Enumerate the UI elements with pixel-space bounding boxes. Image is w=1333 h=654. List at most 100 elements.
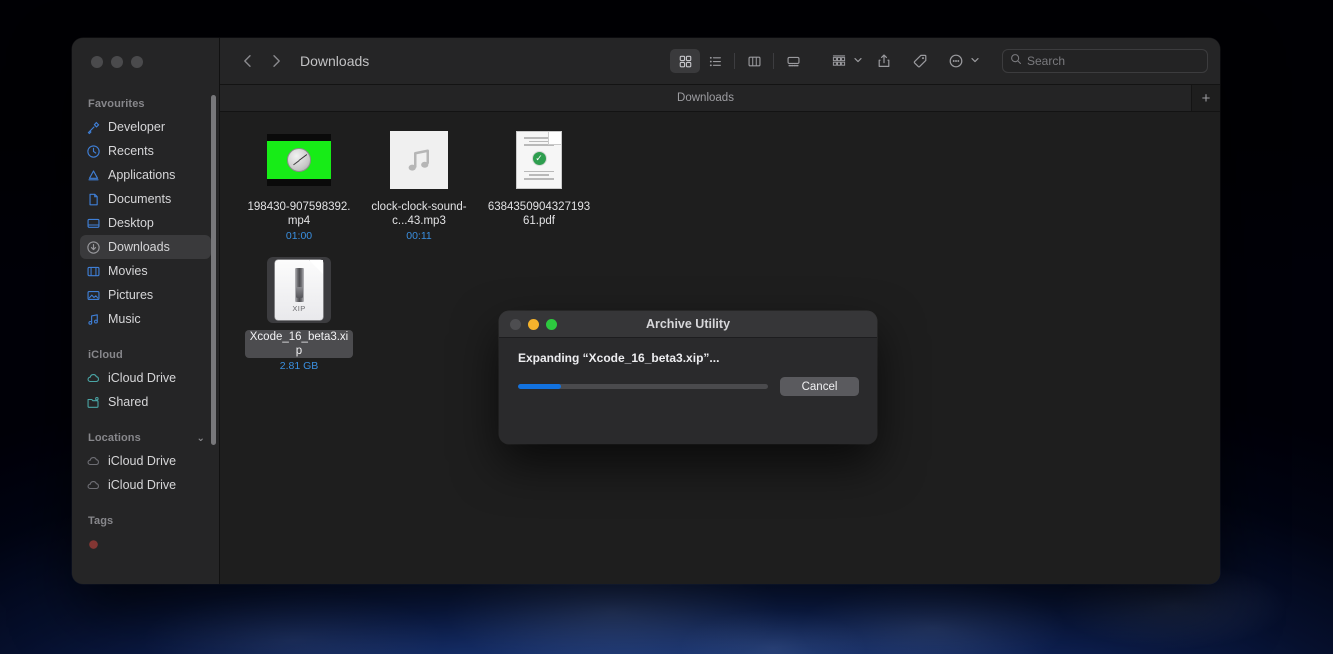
clock-icon: [287, 148, 311, 172]
icon-view-button[interactable]: [670, 49, 700, 73]
progress-row: Cancel: [518, 377, 859, 396]
sidebar-section-title: iCloud: [88, 349, 123, 361]
sidebar-item-label: iCloud Drive: [108, 371, 177, 385]
finder-sidebar[interactable]: Favourites Developer Recents Application…: [72, 38, 220, 584]
progress-bar-fill: [518, 384, 561, 389]
chevron-down-icon[interactable]: ⌄: [197, 433, 205, 444]
search-input[interactable]: Search: [1002, 49, 1208, 73]
sidebar-section-favourites-header: Favourites: [72, 88, 219, 115]
zipper-graphic: [294, 267, 304, 302]
sidebar-item-label: iCloud Drive: [108, 454, 177, 468]
close-button[interactable]: [91, 56, 103, 68]
sidebar-item-location-icloud-drive-1[interactable]: iCloud Drive: [80, 449, 211, 473]
cloud-icon: [86, 478, 101, 493]
sidebar-section-title: Favourites: [88, 98, 145, 110]
forward-button[interactable]: [262, 47, 290, 75]
desktop: Favourites Developer Recents Application…: [0, 0, 1333, 654]
status-text: Expanding “Xcode_16_beta3.xip”...: [518, 351, 720, 365]
file-item[interactable]: ✓ 638435090432719361.pdf: [484, 126, 594, 242]
new-tab-button[interactable]: +: [1192, 85, 1220, 111]
list-view-button[interactable]: [700, 49, 730, 73]
file-item-selected[interactable]: XIP Xcode_16_beta3.xip 2.81 GB: [244, 256, 354, 372]
tab-downloads[interactable]: Downloads: [220, 85, 1192, 111]
view-mode-group: [670, 49, 808, 73]
green-screen-frame: [267, 141, 331, 179]
xip-thumbnail: XIP: [267, 256, 331, 324]
sidebar-item-label: Pictures: [108, 288, 154, 302]
more-actions-button[interactable]: [941, 49, 971, 73]
dialog-titlebar[interactable]: Archive Utility: [499, 311, 877, 338]
sidebar-item-shared[interactable]: Shared: [80, 390, 211, 414]
search-placeholder: Search: [1027, 54, 1066, 68]
page-fold-corner: [309, 260, 323, 274]
sidebar-item-icloud-drive[interactable]: iCloud Drive: [80, 366, 211, 390]
file-duration: 00:11: [406, 230, 432, 242]
sidebar-item-label: Shared: [108, 395, 149, 409]
page-title: Downloads: [300, 53, 370, 69]
minimize-button[interactable]: [111, 56, 123, 68]
zoom-button[interactable]: [131, 56, 143, 68]
sidebar-item-pictures[interactable]: Pictures: [80, 283, 211, 307]
file-item[interactable]: 198430-907598392.mp4 01:00: [244, 126, 354, 242]
toolbar-divider: [734, 53, 735, 69]
pdf-thumbnail: ✓: [516, 126, 562, 194]
video-letterbox: [267, 134, 331, 186]
column-view-button[interactable]: [739, 49, 769, 73]
sidebar-item-label: Developer: [108, 120, 165, 134]
dialog-close-button: [510, 318, 521, 330]
file-name: Xcode_16_beta3.xip: [245, 330, 353, 358]
sidebar-item-label: Documents: [108, 192, 172, 206]
sidebar-item-music[interactable]: Music: [80, 307, 211, 331]
file-size: 2.81 GB: [279, 360, 319, 372]
file-name: 638435090432719361.pdf: [487, 201, 591, 227]
sidebar-item-recents[interactable]: Recents: [80, 139, 211, 163]
document-icon: [86, 192, 101, 207]
clock-icon: [86, 144, 101, 159]
finder-toolbar: Downloads Search: [220, 38, 1220, 84]
chevron-down-icon[interactable]: [970, 55, 980, 67]
cloud-icon: [86, 454, 101, 469]
music-note-icon: [390, 131, 448, 189]
sidebar-item-downloads[interactable]: Downloads: [80, 235, 211, 259]
sidebar-section-icloud-header: iCloud: [72, 331, 219, 366]
share-button[interactable]: [869, 49, 899, 73]
sidebar-section-title: Locations: [88, 432, 141, 444]
sidebar-section-title: Tags: [88, 515, 114, 527]
xip-archive-icon: XIP: [275, 260, 323, 320]
sidebar-item-movies[interactable]: Movies: [80, 259, 211, 283]
sidebar-item-applications[interactable]: Applications: [80, 163, 211, 187]
sidebar-scrollbar[interactable]: [211, 95, 216, 445]
sidebar-item-label: Applications: [108, 168, 176, 182]
sidebar-section-locations-header[interactable]: Locations ⌄: [72, 414, 219, 449]
chevron-down-icon[interactable]: [853, 55, 863, 67]
sidebar-item-desktop[interactable]: Desktop: [80, 211, 211, 235]
file-name: clock-clock-sound-c...43.mp3: [371, 201, 467, 227]
sidebar-item-documents[interactable]: Documents: [80, 187, 211, 211]
plus-icon: +: [1201, 89, 1211, 107]
search-icon: [1010, 52, 1022, 70]
file-item[interactable]: clock-clock-sound-c...43.mp3 00:11: [364, 126, 474, 242]
back-button[interactable]: [234, 47, 262, 75]
movies-icon: [86, 264, 101, 279]
sidebar-item-developer[interactable]: Developer: [80, 115, 211, 139]
selection-highlight: XIP: [267, 257, 331, 323]
window-traffic-lights: [72, 38, 219, 84]
downloads-icon: [86, 240, 101, 255]
green-seal-icon: ✓: [531, 150, 547, 166]
dialog-minimize-button[interactable]: [528, 318, 539, 330]
sidebar-item-tag-red[interactable]: [80, 532, 211, 556]
pdf-document-preview: ✓: [516, 131, 562, 189]
sidebar-item-location-icloud-drive-2[interactable]: iCloud Drive: [80, 473, 211, 497]
sidebar-section-tags-header: Tags: [72, 497, 219, 532]
file-name: 198430-907598392.mp4: [247, 201, 351, 227]
group-by-button[interactable]: [824, 49, 854, 73]
sidebar-scroll-area: Favourites Developer Recents Application…: [72, 84, 219, 556]
tag-button[interactable]: [905, 49, 935, 73]
shared-folder-icon: [86, 395, 101, 410]
gallery-view-button[interactable]: [778, 49, 808, 73]
cancel-button[interactable]: Cancel: [780, 377, 859, 396]
applications-icon: [86, 168, 101, 183]
toolbar-divider: [773, 53, 774, 69]
dialog-content: Expanding “Xcode_16_beta3.xip”... Cancel: [499, 338, 877, 444]
dialog-zoom-button[interactable]: [546, 318, 557, 330]
